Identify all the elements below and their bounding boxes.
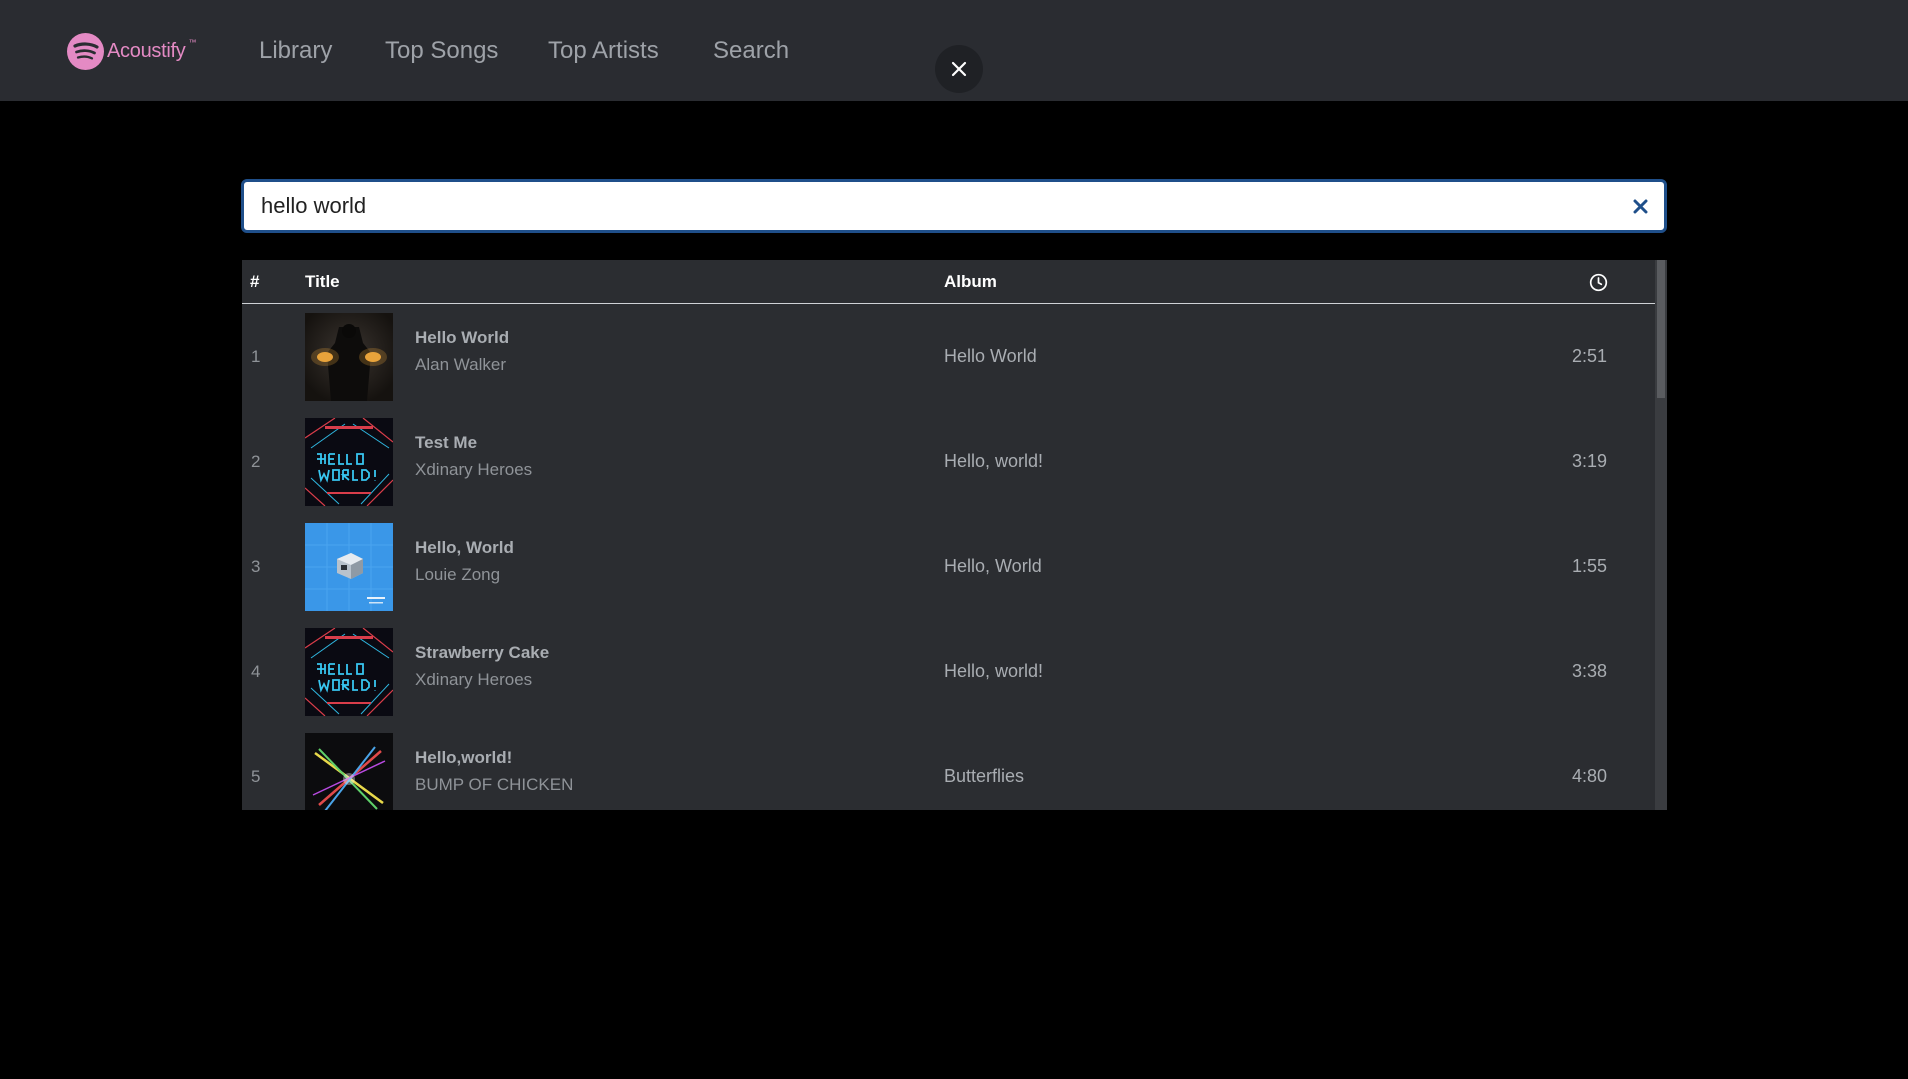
search-results-table: # Title Album 1 Hello World Alan Walker … (242, 260, 1667, 810)
brand-trademark: ™ (188, 38, 197, 47)
header-album[interactable]: Album (944, 272, 997, 292)
album-cover (305, 733, 393, 810)
song-title[interactable]: Hello World (415, 328, 509, 348)
scrollbar-thumb[interactable] (1657, 260, 1665, 398)
song-duration: 3:38 (1571, 661, 1607, 681)
album-cover (305, 628, 393, 716)
album-cover (305, 418, 393, 506)
song-duration: 1:55 (1571, 556, 1607, 576)
song-album[interactable]: Hello World (944, 346, 1037, 367)
header-title[interactable]: Title (305, 272, 340, 292)
song-album[interactable]: Hello, world! (944, 661, 1043, 682)
song-title[interactable]: Hello,world! (415, 748, 512, 768)
row-number: 2 (251, 452, 261, 471)
album-cover (305, 313, 393, 401)
row-number: 5 (251, 767, 261, 786)
nav-item-top-artists[interactable]: Top Artists (548, 36, 659, 66)
song-title[interactable]: Strawberry Cake (415, 643, 549, 663)
song-duration: 3:19 (1571, 451, 1607, 471)
clear-icon (1633, 199, 1647, 213)
header-number: # (250, 272, 260, 291)
brand[interactable]: Acoustify ™ (67, 33, 196, 70)
acoustify-logo-icon (67, 33, 104, 70)
results-scrollbar[interactable] (1655, 260, 1667, 810)
table-row[interactable]: 4 Strawberry Cake Xdinary Heroes Hello, … (242, 619, 1655, 724)
table-row[interactable]: 2 Test Me Xdinary Heroes Hello, world! 3… (242, 409, 1655, 514)
search-box (241, 179, 1667, 233)
dark-figure-cover-icon (305, 313, 393, 401)
song-album[interactable]: Hello, World (944, 556, 1042, 577)
neon-hello-world-cover-icon (305, 418, 393, 506)
close-icon (951, 61, 967, 77)
row-number: 3 (251, 557, 261, 576)
song-artist[interactable]: Alan Walker (415, 355, 506, 375)
nav-item-top-songs[interactable]: Top Songs (385, 36, 498, 66)
song-album[interactable]: Butterflies (944, 766, 1024, 787)
neon-hello-world-cover-icon (305, 628, 393, 716)
song-title[interactable]: Test Me (415, 433, 477, 453)
song-artist[interactable]: Xdinary Heroes (415, 670, 532, 690)
search-clear-button[interactable] (1616, 182, 1664, 230)
search-input[interactable] (244, 182, 1616, 230)
row-number: 1 (251, 347, 261, 366)
table-row[interactable]: 1 Hello World Alan Walker Hello World 2:… (242, 304, 1655, 409)
top-navbar: Acoustify ™ Library Top Songs Top Artist… (0, 0, 1908, 101)
blue-cube-cover-icon (305, 523, 393, 611)
song-album[interactable]: Hello, world! (944, 451, 1043, 472)
table-header: # Title Album (242, 260, 1655, 304)
song-duration: 2:51 (1571, 346, 1607, 366)
clock-icon (1589, 273, 1608, 292)
song-artist[interactable]: Xdinary Heroes (415, 460, 532, 480)
table-row[interactable]: 3 Hello, World Louie Zong Hello, World 1… (242, 514, 1655, 619)
album-cover (305, 523, 393, 611)
row-number: 4 (251, 662, 261, 681)
nav-item-library[interactable]: Library (259, 36, 332, 66)
light-streaks-cover-icon (305, 733, 393, 810)
song-duration: 4:80 (1571, 766, 1607, 786)
brand-name: Acoustify (107, 40, 186, 62)
table-row[interactable]: 5 Hello,world! BUMP OF CHICKEN Butterfli… (242, 724, 1655, 810)
nav-item-search[interactable]: Search (713, 36, 789, 66)
song-artist[interactable]: BUMP OF CHICKEN (415, 775, 573, 795)
song-artist[interactable]: Louie Zong (415, 565, 500, 585)
song-title[interactable]: Hello, World (415, 538, 514, 558)
close-button[interactable] (935, 45, 983, 93)
